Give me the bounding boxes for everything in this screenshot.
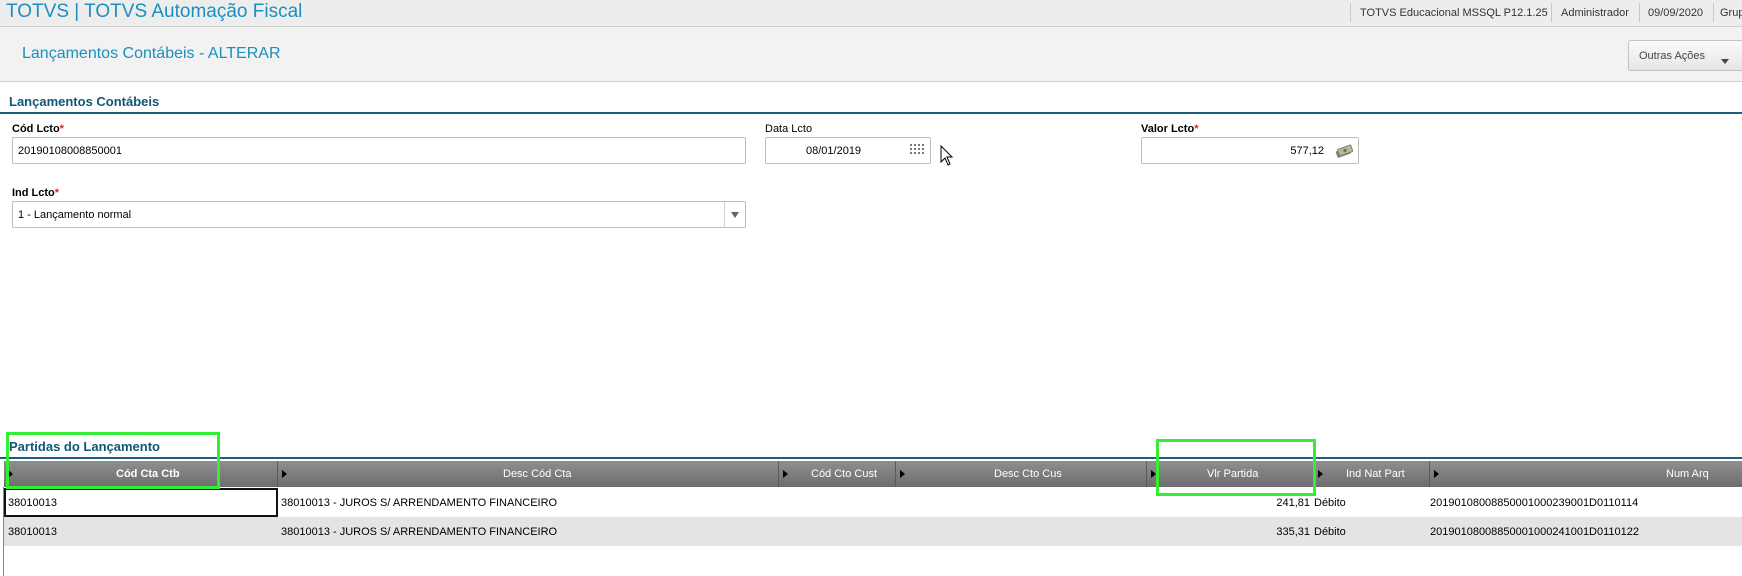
data-lcto-value: 08/01/2019 <box>806 145 862 157</box>
required-mark: * <box>1194 123 1199 135</box>
valor-lcto-field[interactable]: 577,12 <box>1141 137 1359 164</box>
divider <box>1713 3 1714 22</box>
required-mark: * <box>59 123 64 135</box>
section-divider <box>0 112 1742 114</box>
valor-lcto-label: Valor Lcto* <box>1141 123 1198 135</box>
expand-arrow-icon <box>1318 470 1323 478</box>
cell-vlr-partida: 335,31 <box>1276 526 1310 538</box>
expand-arrow-icon <box>783 470 788 478</box>
cell-desc-cod-cta: 38010013 - JUROS S/ ARRENDAMENTO FINANCE… <box>281 526 558 538</box>
calendar-icon[interactable] <box>910 144 924 156</box>
ind-lcto-label-text: Ind Lcto <box>12 187 55 199</box>
cell-ind-nat-part: Débito <box>1314 526 1346 538</box>
data-lcto-label: Data Lcto <box>765 123 813 135</box>
app-title: TOTVS | TOTVS Automação Fiscal <box>6 1 303 22</box>
chevron-down-icon <box>1721 59 1729 64</box>
cell-num-arq: 20190108008850001000239001D0110114 <box>1430 497 1639 509</box>
cell-cod-cta: 38010013 <box>8 526 57 538</box>
outras-acoes-button[interactable]: Outras Ações <box>1628 40 1742 71</box>
column-label: Desc Cód Cta <box>503 468 572 480</box>
ind-lcto-label: Ind Lcto* <box>12 187 59 199</box>
outras-acoes-label: Outras Ações <box>1639 50 1706 62</box>
expand-arrow-icon <box>1434 470 1439 478</box>
divider <box>1350 3 1351 22</box>
column-header-desc-cod-cta[interactable]: Desc Cód Cta <box>278 461 779 487</box>
expand-arrow-icon <box>282 470 287 478</box>
page-header: Lançamentos Contábeis - ALTERAR Outras A… <box>0 27 1742 82</box>
cod-lcto-label: Cód Lcto* <box>12 123 64 135</box>
cod-lcto-field[interactable]: 20190108008850001 <box>12 137 746 164</box>
ind-lcto-select[interactable]: 1 - Lançamento normal <box>12 201 746 228</box>
chevron-down-icon <box>731 212 739 218</box>
highlight-box-vlr-partida <box>1156 439 1316 496</box>
expand-arrow-icon <box>900 470 905 478</box>
grid-header: Cód Cta Ctb Desc Cód Cta Cód Cto Cust De… <box>4 461 1742 487</box>
cod-lcto-value: 20190108008850001 <box>18 145 123 157</box>
top-bar: TOTVS | TOTVS Automação Fiscal TOTVS Edu… <box>0 0 1742 27</box>
ind-lcto-value: 1 - Lançamento normal <box>18 209 132 221</box>
cell-vlr-partida: 241,81 <box>1276 497 1310 509</box>
cell-ind-nat-part: Débito <box>1314 497 1346 509</box>
column-label: Cód Cto Cust <box>811 468 878 480</box>
mouse-cursor-icon <box>940 145 954 166</box>
highlight-box-partidas-cod-cta <box>6 432 220 489</box>
cell-num-arq: 20190108008850001000241001D0110122 <box>1430 526 1640 538</box>
valor-lcto-value: 577,12 <box>1290 145 1324 157</box>
column-header-ind-nat-part[interactable]: Ind Nat Part <box>1314 461 1430 487</box>
user-label[interactable]: Administrador <box>1561 7 1629 19</box>
required-mark: * <box>54 187 60 199</box>
group-label[interactable]: Grup <box>1720 7 1742 19</box>
divider <box>1551 3 1552 22</box>
section-title-lancamentos: Lançamentos Contábeis <box>9 94 160 109</box>
cod-lcto-label-text: Cód Lcto <box>12 123 60 135</box>
cell-cod-cta: 38010013 <box>8 497 57 509</box>
table-row[interactable]: 38010013 38010013 - JUROS S/ ARRENDAMENT… <box>4 488 1742 517</box>
divider <box>1639 3 1640 22</box>
page-title: Lançamentos Contábeis - ALTERAR <box>22 45 281 62</box>
column-label: Desc Cto Cus <box>994 468 1062 480</box>
section-divider <box>0 457 1742 459</box>
cell-desc-cod-cta: 38010013 - JUROS S/ ARRENDAMENTO FINANCE… <box>281 497 558 509</box>
dropdown-button[interactable] <box>724 202 745 227</box>
grid-border <box>3 487 4 576</box>
column-label: Num Arq <box>1666 468 1709 480</box>
money-icon[interactable] <box>1335 144 1353 158</box>
data-lcto-field[interactable]: 08/01/2019 <box>765 137 931 164</box>
column-header-num-arq[interactable]: Num Arq <box>1430 461 1742 487</box>
table-row[interactable]: 38010013 38010013 - JUROS S/ ARRENDAMENT… <box>4 517 1742 546</box>
environment-label: TOTVS Educacional MSSQL P12.1.25 <box>1360 7 1548 19</box>
valor-lcto-label-text: Valor Lcto <box>1141 123 1195 135</box>
column-header-cod-cto-cust[interactable]: Cód Cto Cust <box>779 461 896 487</box>
column-header-desc-cto-cus[interactable]: Desc Cto Cus <box>896 461 1147 487</box>
column-label: Ind Nat Part <box>1346 468 1405 480</box>
date-label: 09/09/2020 <box>1648 7 1704 19</box>
